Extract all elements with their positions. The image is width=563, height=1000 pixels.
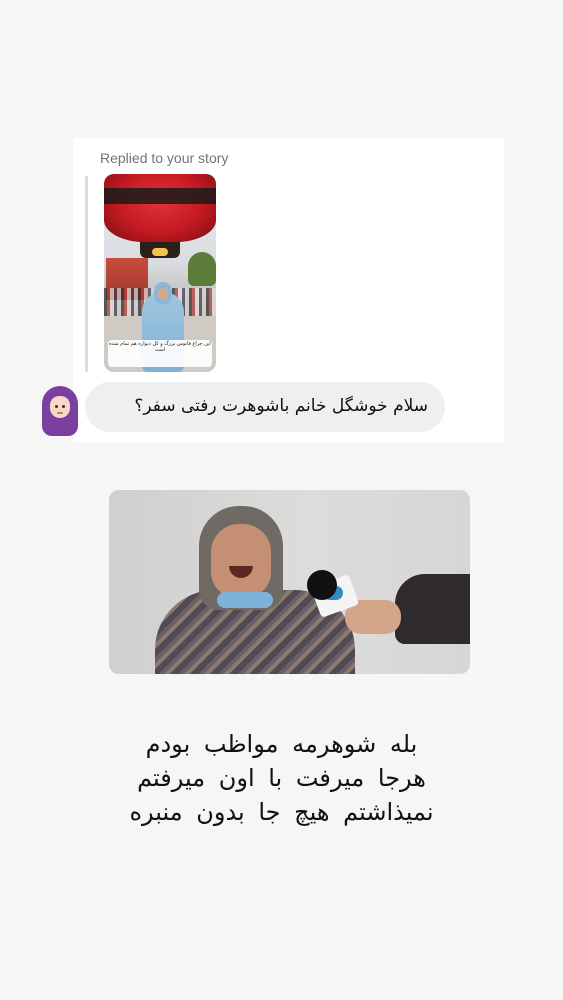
left-eye	[55, 405, 58, 408]
woman-with-headscarf-emoji-icon	[40, 384, 80, 438]
message-text: سلام خوشگل خانم باشوهرت رفتی سفر؟	[134, 396, 428, 416]
microphone-icon	[307, 570, 337, 600]
tree	[188, 252, 216, 286]
story-caption: این چراغ فانوس بزرگ و کل دیواره هم تمام …	[108, 340, 212, 367]
story-reply-card: Replied to your story این چراغ فانوس بزر…	[73, 138, 504, 442]
reply-indicator-bar	[85, 176, 88, 372]
interview-video-thumbnail[interactable]	[109, 490, 470, 674]
caption-line-3: نمیذاشتم هیچ جا بدون منبره	[129, 798, 434, 826]
lantern-light	[152, 248, 168, 256]
replied-to-story-label: Replied to your story	[100, 150, 229, 166]
lantern-band	[104, 188, 216, 204]
mouth	[57, 412, 63, 414]
face-mask	[217, 592, 273, 608]
interviewer-arm	[395, 574, 470, 644]
message-bubble[interactable]: سلام خوشگل خانم باشوهرت رفتی سفر؟	[85, 382, 445, 432]
woman-face	[158, 288, 168, 300]
caption-line-2: هرجا میرفت با اون میرفتم	[137, 764, 426, 792]
red-lantern-image	[104, 174, 216, 242]
persian-caption: بله شوهرمه مواظب بودم هرجا میرفت با اون …	[60, 727, 503, 829]
right-eye	[62, 405, 65, 408]
elderly-woman-face	[211, 524, 271, 598]
story-thumbnail[interactable]: این چراغ فانوس بزرگ و کل دیواره هم تمام …	[104, 174, 216, 372]
caption-line-1: بله شوهرمه مواظب بودم	[145, 730, 418, 758]
emoji-face	[50, 396, 70, 418]
